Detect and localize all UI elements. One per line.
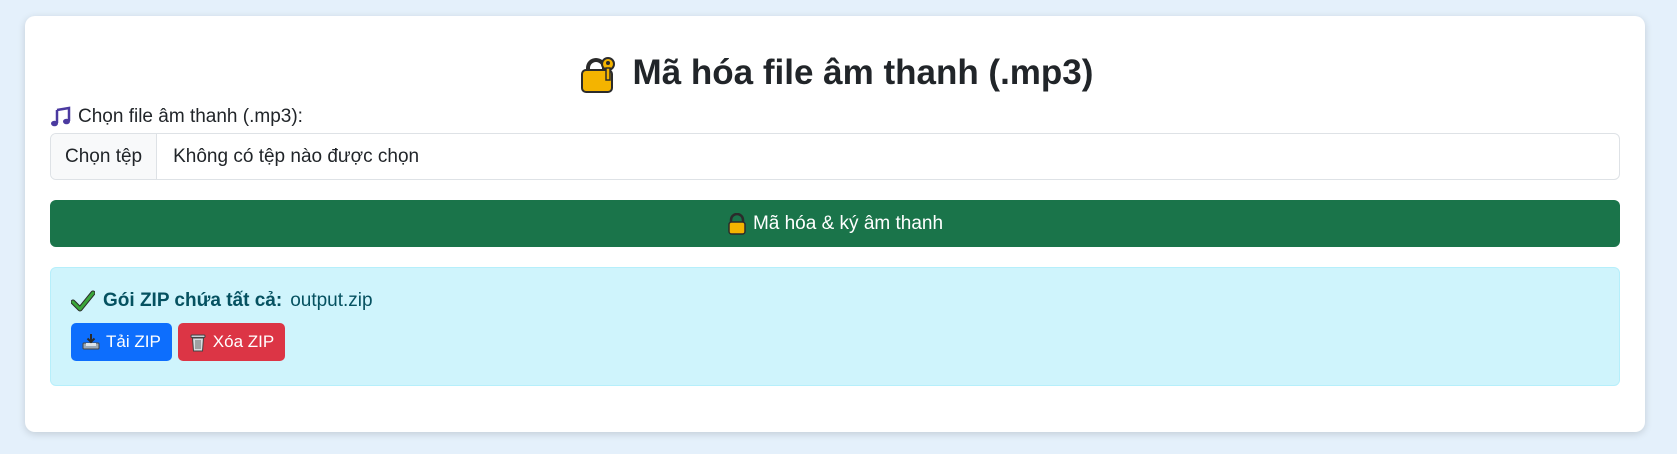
download-zip-button[interactable]: Tải ZIP — [71, 323, 172, 361]
wastebasket-icon — [189, 332, 207, 352]
encrypt-sign-button[interactable]: Mã hóa & ký âm thanh — [50, 200, 1620, 247]
download-zip-label: Tải ZIP — [106, 332, 161, 351]
music-notes-icon — [50, 106, 72, 128]
file-field-label-text: Chọn file âm thanh (.mp3): — [78, 106, 303, 127]
choose-file-button[interactable]: Chọn tệp — [51, 134, 158, 179]
result-filename: output.zip — [290, 290, 373, 311]
main-card: Mã hóa file âm thanh (.mp3) Chọn file âm… — [25, 16, 1645, 432]
result-line: Gói ZIP chứa tất cả: output.zip — [70, 290, 373, 312]
encrypt-sign-button-label: Mã hóa & ký âm thanh — [752, 212, 944, 234]
delete-zip-label: Xóa ZIP — [212, 332, 275, 351]
result-actions: Tải ZIP Xóa ZIP — [71, 323, 286, 361]
lock-with-key-icon — [577, 52, 619, 94]
file-field-label: Chọn file âm thanh (.mp3): — [50, 106, 303, 128]
file-status-text: Không có tệp nào được chọn — [173, 145, 420, 167]
check-mark-icon — [70, 290, 96, 312]
inbox-tray-icon — [82, 333, 100, 351]
file-input[interactable]: Chọn tệp Không có tệp nào được chọn — [50, 133, 1620, 180]
page-title-text: Mã hóa file âm thanh (.mp3) — [632, 53, 1094, 92]
result-alert: Gói ZIP chứa tất cả: output.zip Tải ZIP — [50, 267, 1620, 386]
page-title: Mã hóa file âm thanh (.mp3) — [25, 52, 1645, 94]
lock-icon — [727, 212, 747, 235]
delete-zip-button[interactable]: Xóa ZIP — [177, 323, 286, 361]
result-label: Gói ZIP chứa tất cả: — [103, 290, 283, 311]
